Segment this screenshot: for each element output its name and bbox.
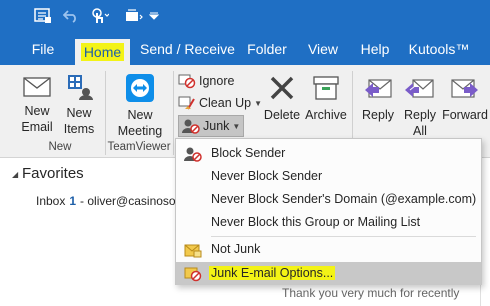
menu-separator [211,236,476,237]
menu-item-label: Junk E-mail Options... [209,266,336,280]
ignore-icon [178,74,196,89]
forward-button[interactable]: Forward [440,73,490,123]
clean-up-icon [178,96,195,110]
teamviewer-icon [126,74,154,102]
chevron-down-icon: ▼ [232,121,241,131]
junk-options-icon [184,267,202,282]
new-meeting-label: New Meeting [117,108,163,138]
clean-up-button[interactable]: Clean Up ▼ [178,93,262,113]
archive-label: Archive [305,108,347,122]
junk-dropdown-menu: Block Sender Never Block Sender Never Bl… [175,138,482,285]
menu-item-never-block-group[interactable]: Never Block this Group or Mailing List [176,211,481,234]
reply-all-button[interactable]: Reply All [400,73,440,139]
favorites-header[interactable]: Favorites [22,165,84,182]
ignore-label: Ignore [199,74,235,88]
clean-up-label: Clean Up [199,96,252,110]
new-items-label: New Items [63,106,95,136]
tab-home-label: Home [80,43,125,61]
archive-icon [313,76,339,100]
ignore-button[interactable]: Ignore [178,71,234,91]
new-email-button[interactable]: New Email [14,75,60,135]
menu-item-never-block-sender[interactable]: Never Block Sender [176,165,481,188]
new-email-label: New Email [21,104,53,134]
tab-home[interactable]: Home [75,39,130,65]
junk-button[interactable]: Junk ▼ [178,115,245,137]
menu-item-not-junk[interactable]: Not Junk [176,238,481,261]
tab-kutools[interactable]: Kutools™ [405,37,473,61]
delete-button[interactable]: Delete [262,73,302,123]
delete-label: Delete [263,108,301,122]
collapse-triangle-icon[interactable]: ◢ [12,170,18,179]
menu-item-junk-email-options[interactable]: Junk E-mail Options... [176,262,481,285]
archive-button[interactable]: Archive [304,73,348,123]
not-junk-icon [184,244,202,258]
tab-view[interactable]: View [303,37,343,61]
reply-button[interactable]: Reply [358,73,398,123]
menu-item-label: Never Block Sender [211,169,323,183]
forward-icon [451,79,478,98]
junk-label: Junk [203,119,230,133]
send-receive-icon[interactable] [33,6,53,26]
reply-all-icon [405,79,434,98]
customize-icon[interactable] [124,6,144,26]
undo-icon[interactable] [62,6,80,26]
qat-dropdown-icon[interactable] [148,6,160,26]
reply-icon [365,79,392,98]
touch-mode-icon[interactable] [88,6,110,26]
reply-label: Reply [362,108,394,122]
block-sender-icon [184,147,202,162]
menu-item-label: Block Sender [211,146,286,160]
inbox-unread-count: 1 [69,194,77,208]
reply-all-label: Reply All [404,108,436,138]
ribbon-separator [173,71,174,155]
tab-file[interactable]: File [23,37,63,61]
title-bar [0,0,490,33]
new-items-button[interactable]: New Items [58,73,100,137]
menu-item-block-sender[interactable]: Block Sender [176,142,481,165]
new-meeting-button[interactable]: New Meeting [110,73,170,139]
junk-icon [182,119,200,134]
menu-item-label: Not Junk [211,242,261,256]
folder-pane: ◢ Favorites Inbox 1- oliver@casinosoft [0,159,182,306]
group-teamviewer: TeamViewer [107,141,171,153]
tab-folder[interactable]: Folder [243,37,291,61]
new-items-icon [68,75,93,100]
tab-send-receive[interactable]: Send / Receive [140,37,235,61]
inbox-account: - oliver@casinosoft [80,194,183,208]
menu-bar: File Home Send / Receive Folder View Hel… [0,33,490,65]
group-new: New [48,141,72,153]
chevron-down-icon: ▼ [254,98,263,108]
inbox-label: Inbox [36,194,66,208]
menu-item-label: Never Block this Group or Mailing List [211,215,421,229]
tab-help[interactable]: Help [355,37,395,61]
menu-item-label: Never Block Sender's Domain (@example.co… [211,192,477,206]
new-email-icon [23,77,51,97]
inbox-folder[interactable]: Inbox 1- oliver@casinosoft [36,194,182,208]
delete-icon [270,76,294,100]
message-preview-snippet: Thank you very much for recently [282,286,460,300]
forward-label: Forward [442,108,488,122]
menu-item-never-block-domain[interactable]: Never Block Sender's Domain (@example.co… [176,188,481,211]
